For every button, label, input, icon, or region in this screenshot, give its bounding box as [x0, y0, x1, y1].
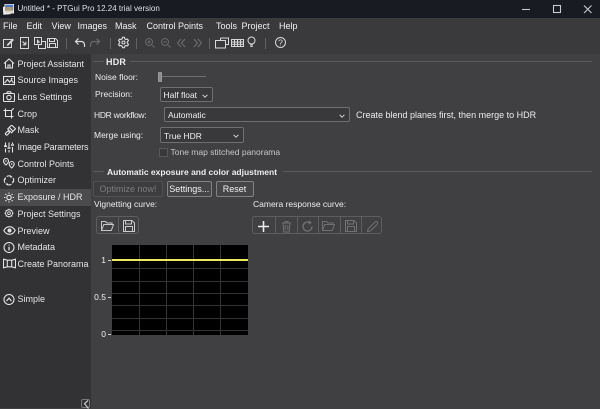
svg-text:?: ?: [278, 38, 283, 48]
